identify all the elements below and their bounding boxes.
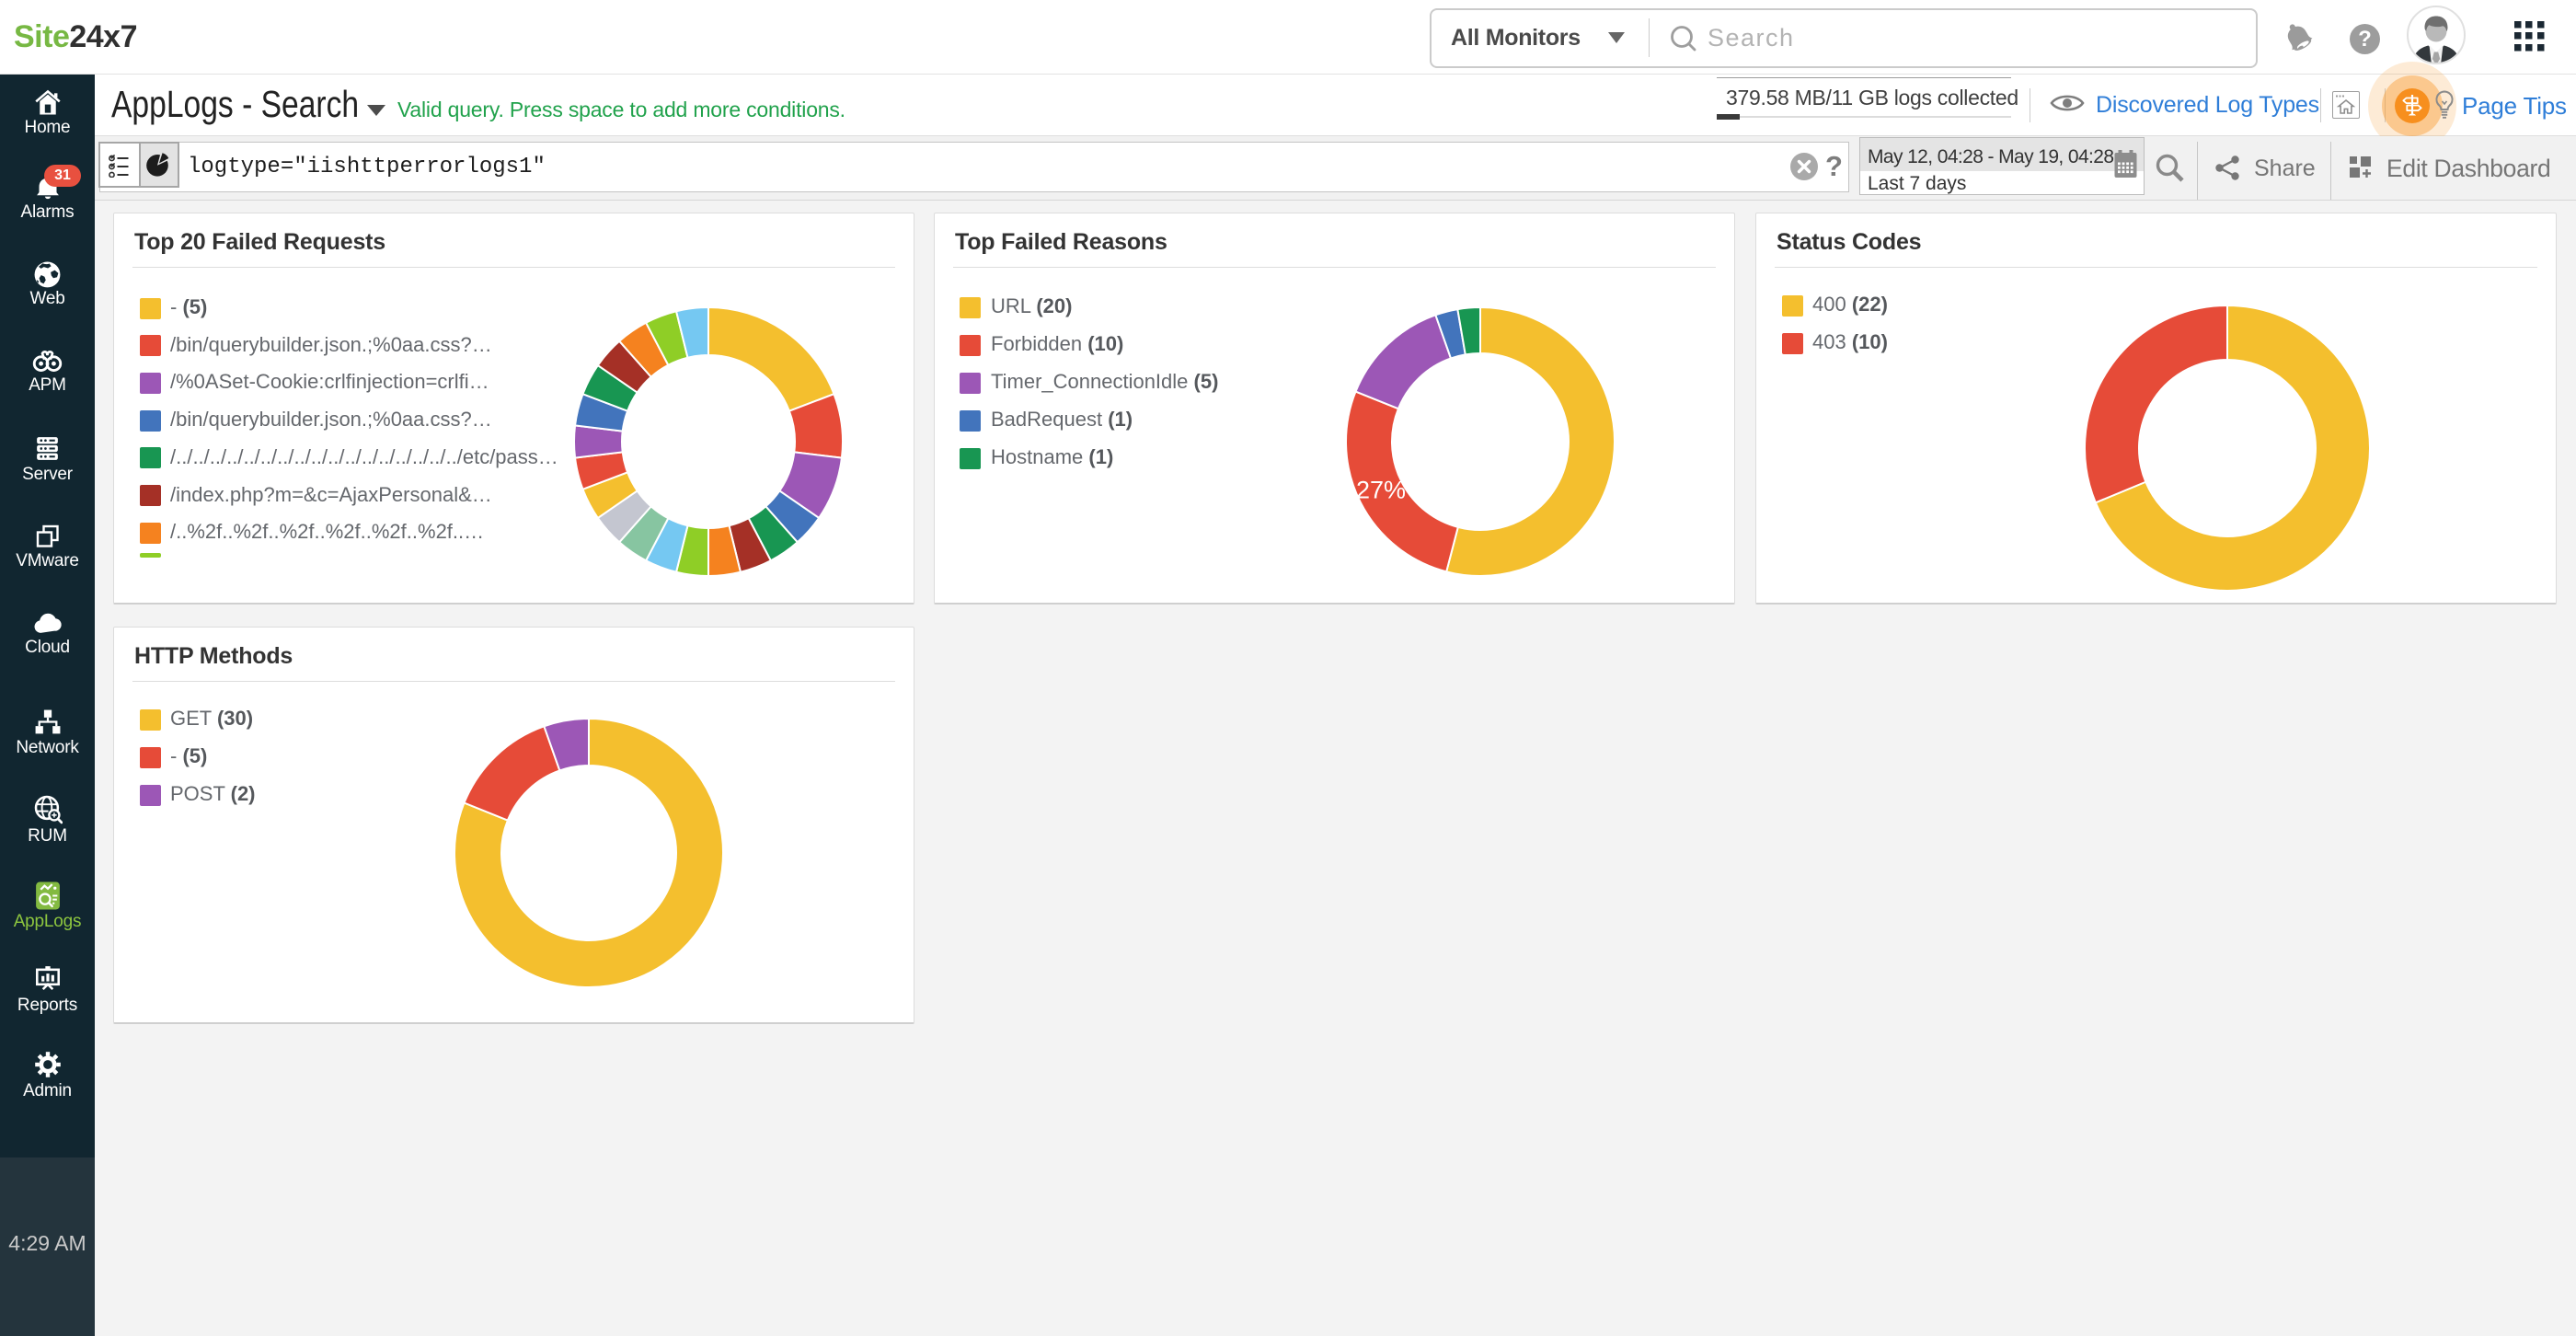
svg-text:27%: 27% <box>1356 477 1406 504</box>
